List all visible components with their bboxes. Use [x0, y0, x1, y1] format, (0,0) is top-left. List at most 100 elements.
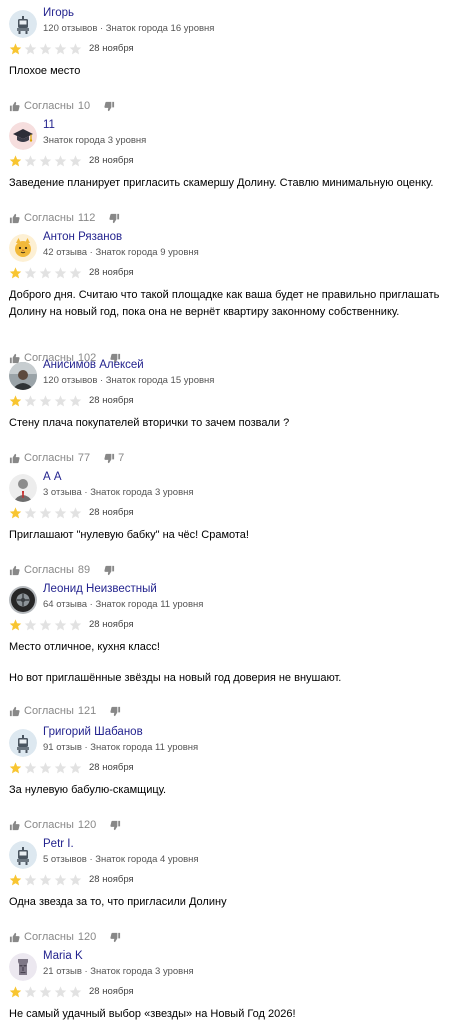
author-name-link[interactable]: Анисимов Алексей [43, 359, 144, 371]
review-paragraph: Заведение планирует пригласить скамершу … [9, 177, 434, 189]
disagree-button[interactable] [104, 565, 115, 576]
user-photo-avatar [9, 362, 37, 390]
disagree-button[interactable] [110, 932, 121, 943]
star-empty-icon [24, 507, 37, 519]
author-meta: Знаток города 3 уровня [43, 135, 147, 146]
star-empty-icon [54, 619, 67, 631]
rating-stars [9, 619, 82, 631]
star-empty-icon [54, 762, 67, 774]
review-reactions: Согласны 121 [9, 704, 121, 718]
star-empty-icon [24, 986, 37, 998]
star-empty-icon [54, 395, 67, 407]
thumbs-up-icon [9, 101, 20, 112]
star-filled-icon [9, 43, 22, 55]
author-avatar[interactable] [9, 586, 37, 614]
star-filled-icon [9, 507, 22, 519]
star-empty-icon [54, 986, 67, 998]
author-avatar[interactable] [9, 362, 37, 390]
thumbs-up-icon [9, 453, 20, 464]
author-avatar[interactable] [9, 729, 37, 757]
author-name-link[interactable]: Maria K [43, 950, 83, 962]
author-avatar[interactable] [9, 122, 37, 150]
review-text: Заведение планирует пригласить скамершу … [9, 175, 473, 192]
review-text: Плохое место [9, 63, 473, 80]
agree-button[interactable]: Согласны 121 [9, 705, 96, 717]
review-paragraph: За нулевую бабулю-скамщицу. [9, 784, 167, 796]
review-reactions: Согласны 112 [9, 211, 120, 225]
agree-label: Согласны [24, 705, 74, 717]
disagree-button[interactable] [109, 213, 120, 224]
disagree-button[interactable] [104, 101, 115, 112]
thumbs-up-icon [9, 932, 20, 943]
agree-button[interactable]: Согласны 10 [9, 100, 90, 112]
review-paragraph: Но вот приглашённые звёзды на новый год … [9, 671, 342, 684]
star-empty-icon [69, 395, 82, 407]
graduation-cap-icon [9, 122, 37, 150]
agree-count: 89 [77, 564, 91, 576]
review-date: 28 ноября [89, 619, 134, 630]
star-empty-icon [39, 155, 52, 167]
disagree-button[interactable] [110, 706, 121, 717]
review-date: 28 ноября [89, 267, 134, 278]
star-empty-icon [39, 395, 52, 407]
robot-icon [9, 729, 37, 757]
review-date: 28 ноября [89, 986, 134, 997]
disagree-count: 7 [118, 452, 125, 464]
star-empty-icon [69, 874, 82, 886]
review-reactions: Согласны 120 [9, 930, 121, 944]
agree-count: 121 [77, 705, 97, 717]
star-empty-icon [24, 395, 37, 407]
agree-label: Согласны [24, 931, 74, 943]
star-filled-icon [9, 395, 22, 407]
review-reactions: Согласны 10 [9, 99, 115, 113]
agree-count: 77 [77, 452, 91, 464]
star-empty-icon [39, 762, 52, 774]
thumbs-down-icon [104, 565, 115, 576]
author-name-link[interactable]: А А [43, 471, 62, 483]
agree-count: 120 [77, 819, 97, 831]
rating-stars [9, 507, 82, 519]
author-meta: 120 отзывов · Знаток города 15 уровня [43, 375, 215, 386]
tire-photo-avatar [9, 586, 37, 614]
agree-label: Согласны [24, 564, 74, 576]
author-avatar[interactable] [9, 474, 37, 502]
star-empty-icon [24, 874, 37, 886]
agree-count: 112 [77, 212, 96, 224]
review-text: За нулевую бабулю-скамщицу. [9, 782, 473, 799]
star-empty-icon [54, 507, 67, 519]
disagree-button[interactable] [110, 820, 121, 831]
author-name-link[interactable]: Petr I. [43, 838, 74, 850]
author-name-link[interactable]: Леонид Неизвестный [43, 583, 157, 595]
agree-button[interactable]: Согласны 89 [9, 564, 90, 576]
thumbs-up-icon [9, 706, 20, 717]
star-empty-icon [69, 507, 82, 519]
review-reactions: Согласны 77 7 [9, 451, 124, 465]
author-name-link[interactable]: Антон Рязанов [43, 231, 122, 243]
star-empty-icon [69, 155, 82, 167]
author-meta: 42 отзыва · Знаток города 9 уровня [43, 247, 199, 258]
author-avatar[interactable] [9, 841, 37, 869]
star-filled-icon [9, 986, 22, 998]
rating-stars [9, 986, 82, 998]
author-avatar[interactable] [9, 234, 37, 262]
author-avatar[interactable] [9, 10, 37, 38]
star-empty-icon [69, 267, 82, 279]
thumbs-down-icon [110, 932, 121, 943]
star-filled-icon [9, 874, 22, 886]
star-empty-icon [24, 619, 37, 631]
review-paragraph: Стену плача покупателей вторички то заче… [9, 417, 290, 429]
author-name-link[interactable]: 11 [43, 119, 55, 131]
agree-button[interactable]: Согласны 112 [9, 212, 95, 224]
author-name-link[interactable]: Григорий Шабанов [43, 726, 143, 738]
agree-button[interactable]: Согласны 120 [9, 931, 96, 943]
author-avatar[interactable] [9, 953, 37, 981]
author-name-link[interactable]: Игорь [43, 7, 74, 19]
review-paragraph: Плохое место [9, 65, 81, 77]
star-empty-icon [24, 762, 37, 774]
review-date: 28 ноября [89, 762, 134, 773]
disagree-button[interactable]: 7 [104, 452, 124, 464]
rating-stars [9, 395, 82, 407]
agree-button[interactable]: Согласны 77 [9, 452, 90, 464]
rating-stars [9, 874, 82, 886]
agree-button[interactable]: Согласны 120 [9, 819, 96, 831]
